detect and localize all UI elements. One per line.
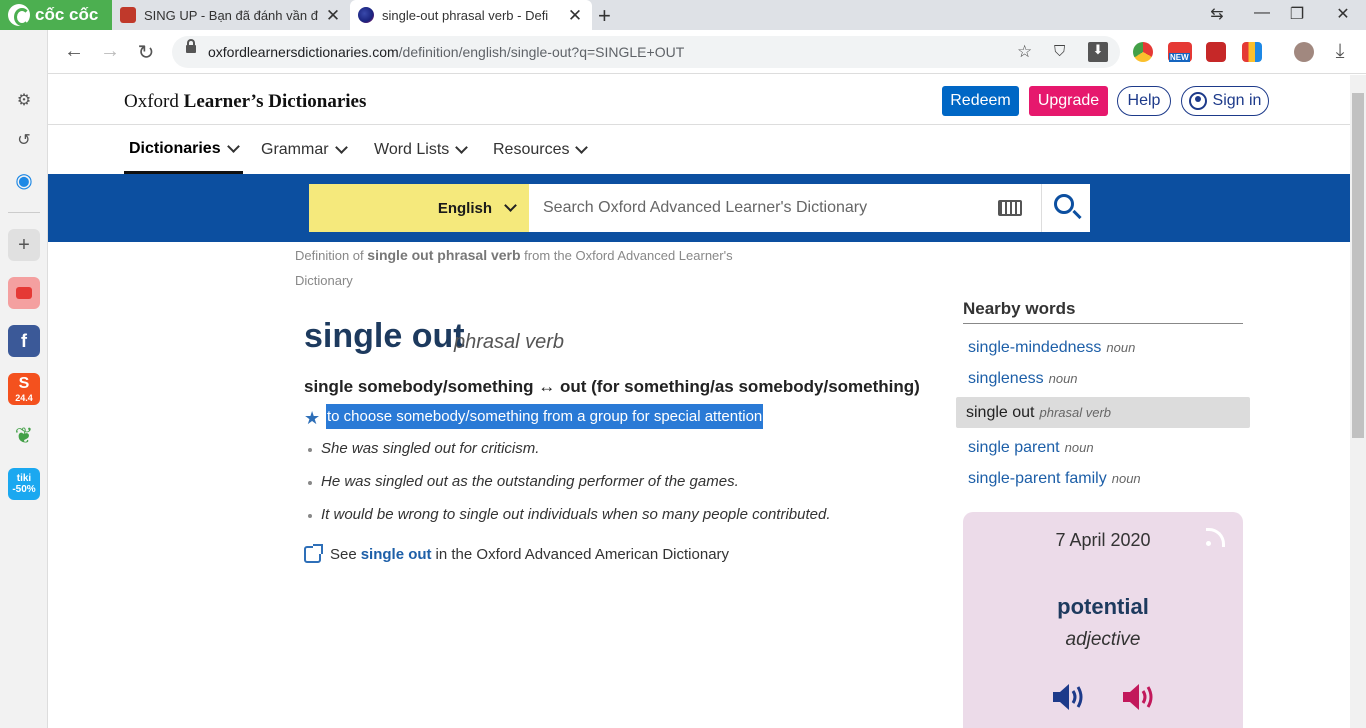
oxford-3000-star-icon[interactable]: ★	[304, 408, 320, 429]
british-audio-speaker-icon[interactable]	[1051, 682, 1087, 712]
bullet	[308, 481, 312, 485]
external-link-icon[interactable]	[304, 544, 323, 563]
usage-pattern: single somebody/something ↔ out (for som…	[304, 377, 920, 396]
example-sentence: He was singled out as the outstanding pe…	[321, 473, 739, 490]
main-nav: Dictionaries Grammar Word Lists Resource…	[48, 126, 1350, 174]
chrome-ext-icon[interactable]	[1133, 42, 1153, 62]
coccoc-logo-icon	[8, 4, 30, 26]
chevron-down-icon	[504, 199, 517, 212]
chevron-down-icon	[575, 141, 589, 154]
youtube-app-icon[interactable]	[8, 277, 40, 309]
bullet	[308, 448, 312, 452]
nav-word-lists[interactable]: Word Lists	[374, 126, 469, 174]
keyboard-icon[interactable]	[998, 200, 1022, 216]
help-button[interactable]: Help	[1117, 86, 1171, 116]
rss-icon[interactable]	[1206, 528, 1226, 548]
breadcrumb: Definition of single out phrasal verb fr…	[295, 247, 733, 288]
see-also: See single out in the Oxford Advanced Amer…	[304, 544, 729, 563]
coccoc-menu-button[interactable]: cốc cốc	[0, 0, 112, 30]
close-tab-icon[interactable]: ✕	[566, 6, 584, 26]
tab-single-out[interactable]: single-out phrasal verb - Defi ✕	[350, 0, 592, 30]
nearby-word-item[interactable]: single parent noun	[956, 432, 1250, 463]
language-select[interactable]: English	[309, 184, 529, 232]
sync-ext-icon[interactable]	[1206, 42, 1226, 62]
wotd-pos: adjective	[1065, 629, 1141, 650]
wotd-word[interactable]: potential	[963, 594, 1243, 620]
browser-sidebar: ⚙ ↺ ◉ + f S 24.4 ❦ tiki -50%	[0, 30, 48, 728]
nearby-word-item[interactable]: singleness noun	[956, 363, 1250, 394]
example-sentence: She was singled out for criticism.	[321, 440, 540, 457]
tab-title: single-out phrasal verb - Defi	[382, 7, 549, 23]
browser-brand: cốc cốc	[35, 5, 99, 24]
nav-dictionaries[interactable]: Dictionaries	[124, 126, 243, 174]
see-also-link[interactable]: single out	[361, 546, 432, 563]
close-window-button[interactable]: ✕	[1333, 4, 1353, 24]
forward-button[interactable]: →	[98, 40, 122, 63]
chevron-down-icon	[226, 139, 240, 153]
lock-icon	[186, 39, 196, 53]
bullet	[308, 514, 312, 518]
search-band: English Search Oxford Advanced Learner's…	[48, 174, 1350, 242]
nav-grammar[interactable]: Grammar	[261, 126, 348, 174]
wotd-date: 7 April 2020	[1055, 530, 1151, 550]
add-app-button[interactable]: +	[8, 229, 40, 261]
search-button[interactable]	[1041, 184, 1090, 232]
example-sentence: It would be wrong to single out individu…	[321, 506, 831, 523]
messenger-icon[interactable]: ◉	[12, 168, 36, 192]
chevron-down-icon	[334, 141, 348, 154]
redeem-button[interactable]: Redeem	[942, 86, 1019, 116]
shield-favicon-icon	[120, 7, 136, 23]
word-of-the-day-card: 7 April 2020 potential adjective	[963, 512, 1243, 728]
close-tab-icon[interactable]: ✕	[324, 6, 342, 26]
bookmark-star-icon[interactable]: ☆	[1017, 42, 1032, 62]
tab-sing-up[interactable]: SING UP - Bạn đã đánh vần đ ✕	[112, 0, 350, 30]
nearby-word-item[interactable]: single-parent family noun	[956, 463, 1250, 494]
tab-search-icon[interactable]: ⇆	[1207, 4, 1227, 24]
leaf-app-icon[interactable]: ❦	[8, 420, 40, 452]
web-page: Oxford Learner’s Dictionaries Redeem Upg…	[48, 75, 1350, 728]
definition-text[interactable]: to choose somebody/something from a grou…	[326, 404, 764, 429]
scrollbar-thumb[interactable]	[1352, 93, 1364, 438]
divider	[8, 212, 40, 213]
nearby-words-title: Nearby words	[963, 299, 1243, 324]
restore-button[interactable]: ❐	[1287, 4, 1307, 24]
downloads-icon[interactable]: ⤓	[1328, 40, 1352, 63]
new-tab-button[interactable]: +	[598, 3, 611, 29]
tiki-app-icon[interactable]: tiki -50%	[8, 468, 40, 500]
url-text[interactable]: oxfordlearnersdictionaries.com/definitio…	[208, 44, 684, 60]
site-header: Oxford Learner’s Dictionaries Redeem Upg…	[48, 75, 1350, 125]
oxford-favicon-icon	[358, 7, 374, 23]
profile-avatar[interactable]	[1294, 42, 1314, 62]
history-icon[interactable]: ↺	[12, 128, 36, 152]
tab-title: SING UP - Bạn đã đánh vần đ	[144, 7, 318, 23]
browser-toolbar: ◧ ← → ↻ oxfordlearnersdictionaries.com/d…	[0, 30, 1366, 74]
chevron-down-icon	[455, 141, 469, 154]
user-icon	[1188, 92, 1207, 110]
color-ext-icon[interactable]	[1242, 42, 1262, 62]
nearby-word-current[interactable]: single out phrasal verb	[956, 397, 1250, 428]
facebook-app-icon[interactable]: f	[8, 325, 40, 357]
search-input[interactable]: Search Oxford Advanced Learner's Diction…	[529, 184, 1041, 232]
nearby-word-item[interactable]: single-mindedness noun	[956, 332, 1250, 363]
new-ext-icon[interactable]: NEW	[1168, 42, 1192, 62]
address-bar[interactable]: oxfordlearnersdictionaries.com/definitio…	[172, 36, 1120, 68]
site-logo[interactable]: Oxford Learner’s Dictionaries	[124, 91, 366, 113]
minimize-button[interactable]: —	[1252, 4, 1272, 22]
part-of-speech: phrasal verb	[454, 331, 565, 353]
shopee-app-icon[interactable]: S 24.4	[8, 373, 40, 405]
settings-gear-icon[interactable]: ⚙	[12, 88, 36, 112]
american-audio-speaker-icon[interactable]	[1121, 682, 1157, 712]
nav-resources[interactable]: Resources	[493, 126, 589, 174]
reload-button[interactable]: ↻	[134, 40, 158, 65]
shield-icon[interactable]: ⛉	[1054, 43, 1065, 60]
browser-tab-bar: cốc cốc SING UP - Bạn đã đánh vần đ ✕ si…	[0, 0, 1366, 30]
back-button[interactable]: ←	[62, 40, 86, 63]
sign-in-button[interactable]: Sign in	[1181, 86, 1269, 116]
page-scrollbar[interactable]	[1350, 75, 1366, 728]
download-icon[interactable]: ⬇	[1088, 42, 1108, 62]
headword: single out	[304, 317, 465, 355]
search-icon	[1054, 194, 1074, 214]
upgrade-button[interactable]: Upgrade	[1029, 86, 1108, 116]
